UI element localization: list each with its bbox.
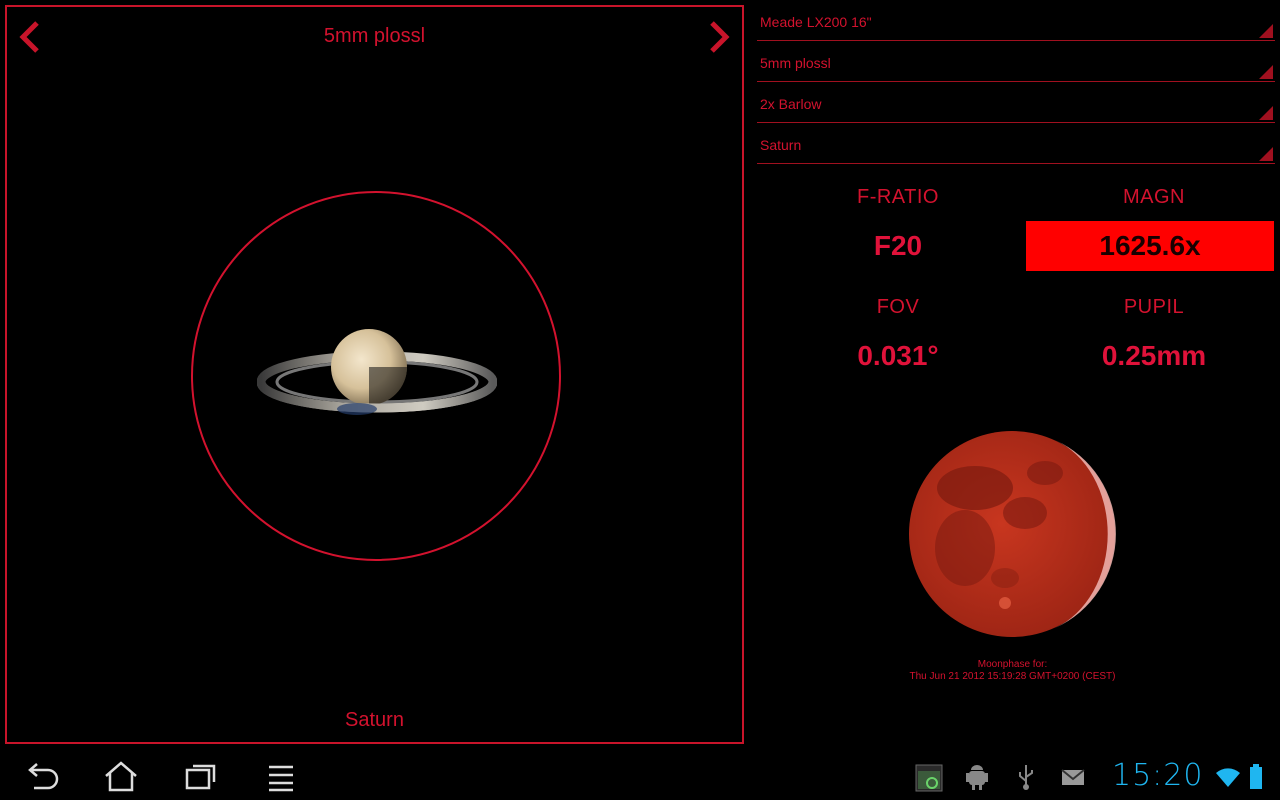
saturn-image <box>257 329 497 415</box>
magnification-label: MAGN <box>1123 186 1185 208</box>
eyepiece-title: 5mm plossl <box>323 25 426 47</box>
telescope-selector[interactable]: Meade LX200 16" <box>757 2 1275 41</box>
magnification-value: 1625.6x <box>1026 221 1274 271</box>
magnification-stat: MAGN 1625.6x <box>1026 186 1280 271</box>
target-selector-label: Saturn <box>760 137 802 153</box>
moon-phase-image <box>909 431 1116 637</box>
barlow-selector[interactable]: 2x Barlow <box>757 84 1275 123</box>
wifi-icon[interactable] <box>1214 763 1242 791</box>
barlow-selector-label: 2x Barlow <box>760 96 822 112</box>
menu-icon[interactable] <box>262 760 302 792</box>
fov-label: FOV <box>876 296 920 318</box>
target-name: Saturn <box>345 709 404 731</box>
telescope-selector-label: Meade LX200 16" <box>760 14 872 30</box>
eyepiece-selector-label: 5mm plossl <box>760 55 831 71</box>
fratio-stat: F-RATIO F20 <box>770 186 1026 271</box>
android-debug-icon[interactable] <box>963 763 991 791</box>
back-icon[interactable] <box>22 760 62 792</box>
moon-caption-date: Thu Jun 21 2012 15:19:28 GMT+0200 (CEST) <box>909 671 1116 682</box>
moon-phase-caption: Moonphase for: Thu Jun 21 2012 15:19:28 … <box>880 659 1145 683</box>
pupil-value: 0.25mm <box>1101 340 1207 371</box>
dropdown-corner-icon <box>1259 24 1273 38</box>
fov-value: 0.031° <box>857 340 939 371</box>
dropdown-corner-icon <box>1259 65 1273 79</box>
dropdown-corner-icon <box>1259 147 1273 161</box>
usb-icon[interactable] <box>1013 763 1039 791</box>
screenshot-icon[interactable] <box>914 763 944 793</box>
equipment-selectors: Meade LX200 16" 5mm plossl 2x Barlow Sat… <box>757 0 1275 164</box>
battery-icon[interactable] <box>1248 763 1264 791</box>
fratio-label: F-RATIO <box>856 186 939 208</box>
moon-caption-line1: Moonphase for: <box>977 659 1048 670</box>
system-navigation-bar <box>0 752 1280 800</box>
target-selector[interactable]: Saturn <box>757 125 1275 164</box>
pupil-label: PUPIL <box>1123 296 1185 318</box>
eyepiece-view: 5mm plossl Saturn <box>5 5 744 744</box>
recent-apps-icon[interactable] <box>181 760 221 792</box>
fratio-value: F20 <box>873 230 923 261</box>
mail-icon[interactable] <box>1060 763 1086 791</box>
pupil-stat: PUPIL 0.25mm <box>1026 296 1280 381</box>
fov-stat: FOV 0.031° <box>770 296 1026 381</box>
eyepiece-selector[interactable]: 5mm plossl <box>757 43 1275 82</box>
status-clock: 15:20 <box>1112 758 1204 793</box>
chevron-right-icon[interactable] <box>704 19 734 55</box>
home-icon[interactable] <box>101 760 141 792</box>
dropdown-corner-icon <box>1259 106 1273 120</box>
